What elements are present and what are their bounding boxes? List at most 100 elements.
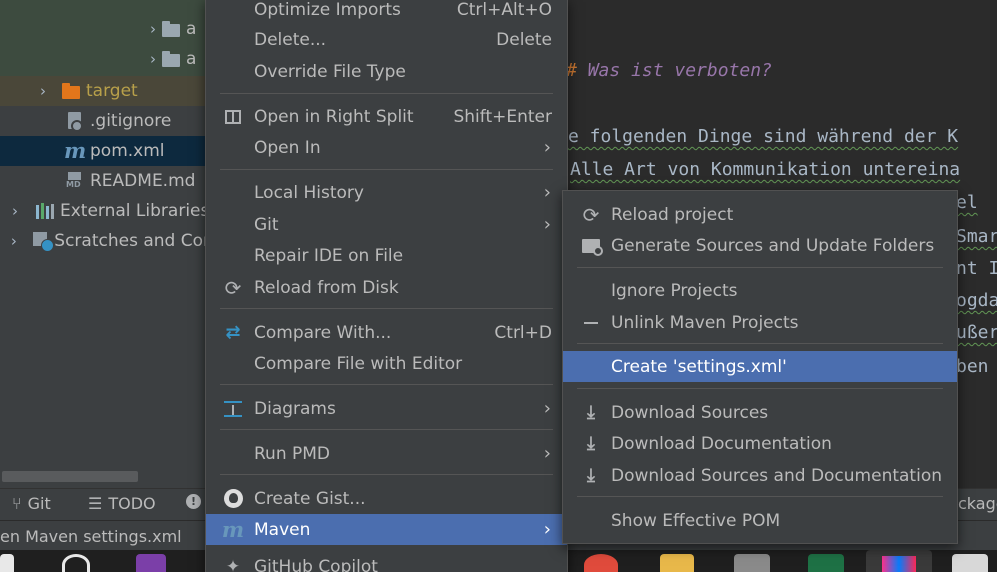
menu-item-local-history[interactable]: Local History › [206, 177, 567, 208]
folder-orange-icon [60, 81, 82, 101]
menu-item-compare-file-with-editor[interactable]: Compare File with Editor [206, 348, 567, 379]
tree-row-folder-a1[interactable]: › a [0, 14, 210, 44]
menu-item-open-in-right-split[interactable]: Open in Right Split Shift+Enter [206, 101, 567, 132]
chevron-right-icon[interactable]: › [36, 82, 50, 100]
todo-tool-button[interactable]: ☰ TODO [88, 494, 156, 513]
menu-separator [220, 384, 553, 385]
context-menu: Optimize Imports Ctrl+Alt+O Delete... De… [205, 0, 568, 572]
menu-separator [220, 169, 553, 170]
list-icon: ☰ [88, 494, 103, 513]
diagram-icon [222, 398, 244, 420]
menu-item-override-file-type[interactable]: Override File Type [206, 56, 567, 87]
tree-row-pom[interactable]: m pom.xml [0, 136, 210, 166]
menu-separator [577, 388, 943, 389]
search-icon[interactable] [62, 554, 90, 572]
editor-line: Smar [956, 226, 997, 247]
scratches-icon [32, 231, 54, 252]
menu-item-compare-with[interactable]: ⇄ Compare With... Ctrl+D [206, 317, 567, 348]
markdown-file-icon [64, 171, 86, 191]
menu-item-show-effective-pom[interactable]: Show Effective POM [563, 505, 957, 536]
tree-row-scratches[interactable]: › Scratches and Cor [0, 226, 210, 256]
maven-submenu: ⟳ Reload project Generate Sources and Up… [562, 190, 958, 544]
libraries-icon [34, 201, 56, 221]
chevron-right-icon[interactable]: › [146, 20, 160, 38]
reload-icon: ⟳ [224, 275, 242, 300]
horizontal-scrollbar[interactable] [2, 471, 138, 482]
excel-icon[interactable] [808, 554, 844, 572]
menu-item-download-sources[interactable]: ⤓ Download Sources [563, 397, 957, 428]
folder-refresh-icon [580, 235, 603, 257]
tree-row-gitignore[interactable]: .gitignore [0, 106, 210, 136]
menu-item-github-copilot[interactable]: ✦ GitHub Copilot [206, 551, 567, 572]
git-tool-button[interactable]: ⑂ Git [12, 494, 51, 513]
menu-separator [220, 429, 553, 430]
chevron-right-icon: › [543, 182, 551, 203]
tree-row-external-libraries[interactable]: › External Libraries [0, 196, 210, 226]
status-message: en Maven settings.xml [0, 527, 182, 546]
split-icon [222, 106, 244, 128]
menu-separator [220, 474, 553, 475]
chevron-right-icon[interactable]: › [8, 232, 20, 250]
editor-line: ben [956, 356, 989, 377]
menu-separator [220, 93, 553, 94]
chrome-icon[interactable] [584, 554, 618, 572]
editor-line: ogda [956, 290, 997, 311]
tree-row-folder-a2[interactable]: › a [0, 44, 210, 74]
menu-item-open-in[interactable]: Open In › [206, 132, 567, 163]
chevron-right-icon: › [543, 214, 551, 235]
editor-line: nt I [956, 258, 997, 279]
menu-item-reload-project[interactable]: ⟳ Reload project [563, 199, 957, 230]
notepad-icon[interactable] [952, 554, 988, 572]
git-branch-icon: ⑂ [12, 494, 22, 513]
menu-item-unlink-maven-projects[interactable]: Unlink Maven Projects [563, 307, 957, 338]
taskbar-app-icon[interactable] [734, 554, 770, 572]
menu-separator [220, 308, 553, 309]
menu-separator [577, 343, 943, 344]
menu-item-download-documentation[interactable]: ⤓ Download Documentation [563, 428, 957, 459]
menu-item-ignore-projects[interactable]: Ignore Projects [563, 275, 957, 306]
menu-separator [577, 496, 943, 497]
editor-line: ußer [956, 322, 997, 343]
folder-icon [160, 49, 182, 69]
menu-item-delete[interactable]: Delete... Delete [206, 24, 567, 55]
chevron-right-icon[interactable]: › [8, 202, 22, 220]
editor-line: e folgenden Dinge sind während der K [568, 126, 959, 147]
menu-item-run-pmd[interactable]: Run PMD › [206, 438, 567, 469]
tree-row-target[interactable]: › target [0, 76, 210, 106]
folder-icon [160, 19, 182, 39]
intellij-taskbar-button[interactable] [866, 550, 932, 572]
menu-item-download-sources-and-documentation[interactable]: ⤓ Download Sources and Documentation [563, 460, 957, 491]
reload-icon: ⟳ [582, 202, 600, 227]
chevron-right-icon: › [543, 137, 551, 158]
chevron-right-icon: › [543, 398, 551, 419]
tree-row-readme[interactable]: README.md [0, 166, 210, 196]
download-icon: ⤓ [587, 465, 595, 486]
menu-item-create-settings-xml[interactable]: Create 'settings.xml' [563, 351, 957, 382]
problems-tool-button[interactable]: ! [186, 494, 201, 509]
download-icon: ⤓ [587, 402, 595, 423]
menu-item-optimize-imports[interactable]: Optimize Imports Ctrl+Alt+O [206, 0, 567, 25]
menu-item-git[interactable]: Git › [206, 209, 567, 240]
maven-file-icon: m [64, 138, 87, 163]
project-tree: › a › a › target .gitignore m pom.xml RE… [0, 0, 210, 488]
file-explorer-icon[interactable] [660, 554, 694, 572]
chevron-right-icon: › [543, 519, 551, 540]
download-icon: ⤓ [587, 433, 595, 454]
menu-item-reload-from-disk[interactable]: ⟳ Reload from Disk [206, 272, 567, 303]
maven-icon: m [221, 516, 245, 542]
gitignore-file-icon [64, 111, 86, 132]
menu-item-create-gist[interactable]: Create Gist... [206, 483, 567, 514]
menu-item-repair-ide[interactable]: Repair IDE on File [206, 240, 567, 271]
menu-item-generate-sources[interactable]: Generate Sources and Update Folders [563, 230, 957, 261]
editor-line: el [956, 192, 978, 213]
menu-separator [577, 267, 943, 268]
github-icon [222, 488, 244, 510]
chevron-right-icon: › [543, 443, 551, 464]
onenote-icon[interactable] [136, 554, 166, 572]
editor-line: Alle Art von Kommunikation untereina [570, 159, 961, 180]
packages-tool-button[interactable]: ckage [958, 494, 997, 513]
menu-item-diagrams[interactable]: Diagrams › [206, 393, 567, 424]
menu-item-maven[interactable]: m Maven › [206, 514, 567, 545]
taskbar-app-icon[interactable] [0, 554, 14, 572]
chevron-right-icon[interactable]: › [146, 50, 160, 68]
